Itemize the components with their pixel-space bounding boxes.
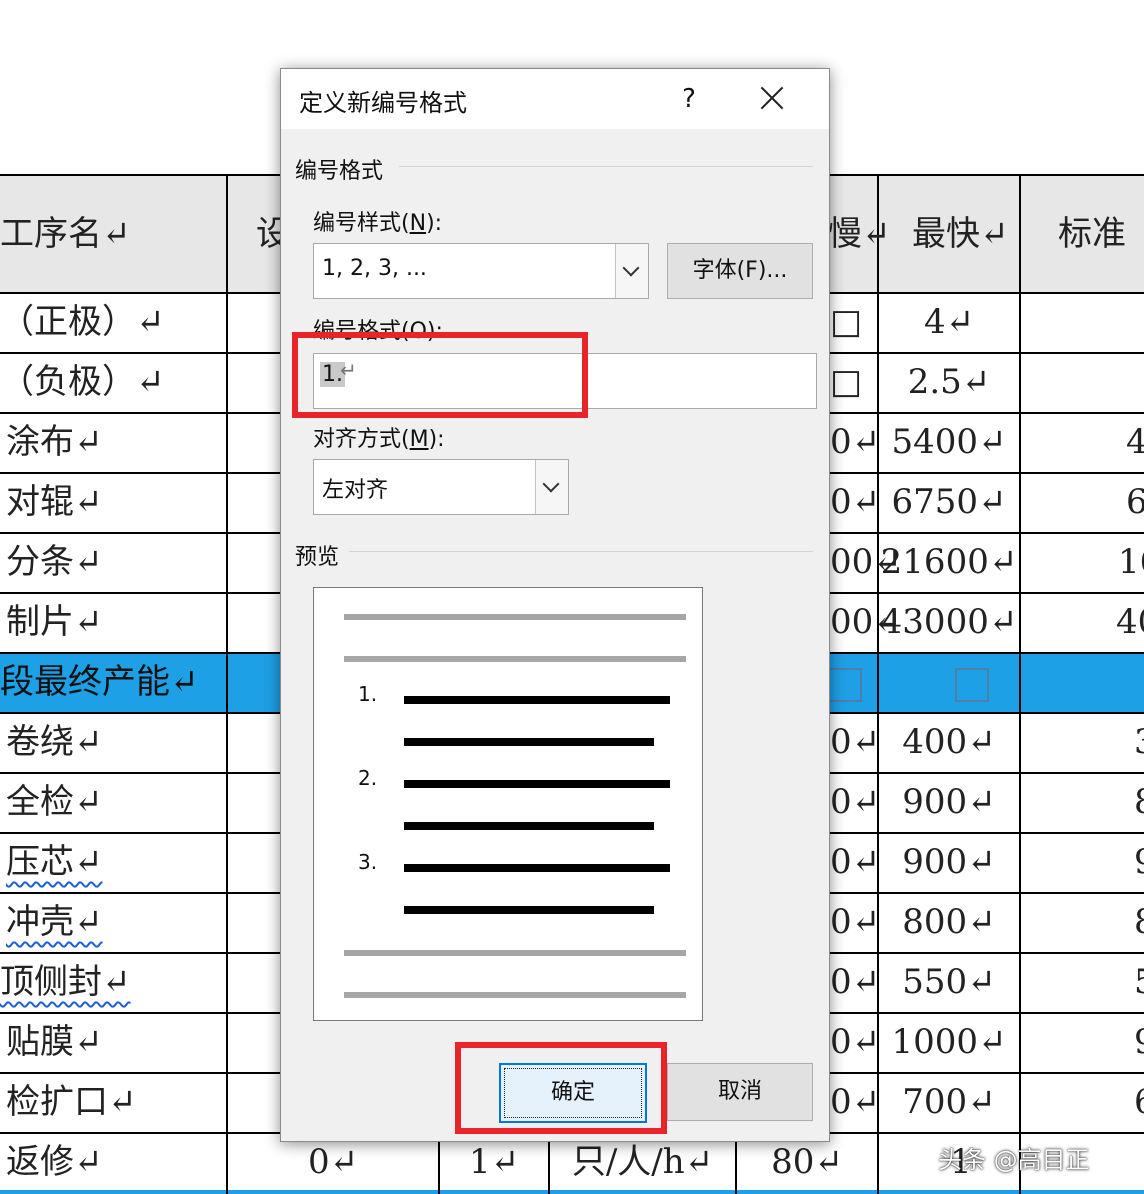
row-slowest: □ (830, 362, 863, 402)
table-col-rule (226, 174, 228, 1194)
row-fastest: 400↵ (902, 722, 996, 762)
preview-number: 3. (358, 850, 378, 874)
row-slowest: □ (830, 302, 863, 342)
header-process-name: 工序名↵ (0, 214, 131, 254)
row-fastest: 1000↵ (891, 1022, 1007, 1062)
row-standard: 6 (1134, 1072, 1144, 1132)
font-button[interactable]: 字体(F)... (667, 243, 813, 299)
row-slowest: 0↵ (830, 722, 881, 762)
chevron-down-icon (622, 259, 640, 277)
row-name: 分条↵ (6, 542, 103, 582)
row-standard: 5 (1134, 952, 1144, 1012)
row-slowest: 0↵ (830, 1082, 881, 1122)
row-standard: 8 (1134, 892, 1144, 952)
row-name: 卷绕↵ (6, 722, 103, 762)
row-standard: 8 (1134, 772, 1144, 832)
empty-cell-mark (828, 668, 862, 702)
group-divider (399, 166, 813, 167)
row-fastest: 5400↵ (891, 422, 1007, 462)
row-name: 顶侧封↵ (0, 952, 131, 1012)
preview-line (344, 614, 686, 620)
row-slowest: 0↵ (830, 422, 881, 462)
row-fastest: 900↵ (902, 842, 996, 882)
row-fastest: 550↵ (902, 962, 996, 1002)
preview-number: 1. (358, 682, 378, 706)
annotation-highlight-format (292, 332, 588, 418)
help-button[interactable]: ? (669, 79, 709, 119)
preview-line (344, 992, 686, 998)
spellcheck-text: 顶侧封↵ (0, 962, 131, 1002)
dropdown-arrow[interactable] (535, 460, 568, 514)
chevron-down-icon (542, 475, 560, 493)
row-fastest: 2.5↵ (907, 362, 991, 402)
preview-line (404, 696, 670, 704)
watermark-text: 头条 @高目正 (938, 1146, 1090, 1174)
group-preview-label: 预览 (295, 545, 340, 570)
row-fastest: 900↵ (902, 782, 996, 822)
preview-line (344, 656, 686, 662)
number-style-select[interactable]: 1, 2, 3, ... (313, 243, 649, 299)
cancel-button[interactable]: 取消 (667, 1063, 813, 1121)
spellcheck-text: 冲壳↵ (6, 902, 103, 942)
row-name: 全检↵ (6, 782, 103, 822)
row-standard: 9 (1134, 1012, 1144, 1072)
row-name-highlighted: 段最终产能↵ (0, 662, 199, 702)
preview-line (404, 906, 654, 914)
row-name: 贴膜↵ (6, 1022, 103, 1062)
row-slowest: 0↵ (830, 782, 881, 822)
dropdown-arrow[interactable] (615, 244, 648, 298)
preview-line (404, 864, 670, 872)
row-standard: 6 (1126, 482, 1144, 522)
row-slowest: 0↵ (830, 842, 881, 882)
row-name: 冲壳↵ (6, 892, 103, 952)
row-name: 压芯↵ (6, 832, 103, 892)
row-standard: 9 (1134, 832, 1144, 892)
row-name: （正极）↵ (0, 302, 165, 342)
spellcheck-text: 压芯↵ (6, 842, 103, 882)
number-style-value: 1, 2, 3, ... (322, 256, 427, 281)
row-standard: 16 (1118, 542, 1144, 582)
group-divider (349, 551, 813, 552)
row-name: 涂布↵ (6, 422, 103, 462)
row-slowest: 0↵ (830, 962, 881, 1002)
preview-line (344, 950, 686, 956)
dialog-title-bar[interactable]: 定义新编号格式 ? (281, 69, 829, 129)
close-icon[interactable] (751, 79, 795, 119)
preview-line (404, 780, 670, 788)
row-name: 返修↵ (6, 1142, 103, 1182)
group-number-format-label: 编号格式 (295, 159, 384, 184)
preview-number: 2. (358, 766, 378, 790)
row-slowest: 0↵ (830, 902, 881, 942)
alignment-label: 对齐方式(M): (313, 427, 445, 452)
row-name: 检扩口↵ (6, 1082, 137, 1122)
dialog-title: 定义新编号格式 (299, 89, 467, 117)
table-col-rule (1019, 174, 1021, 1194)
row-fastest: 21600↵ (880, 542, 1018, 582)
row-slowest: 0↵ (830, 482, 881, 522)
row-standard: 4 (1126, 422, 1144, 462)
preview-pane: 1. 2. 3. (313, 587, 703, 1021)
number-style-label: 编号样式(N): (313, 211, 443, 236)
header-slowest: 慢↵ (828, 214, 891, 254)
row-fastest: 700↵ (902, 1082, 996, 1122)
row-name: 制片↵ (6, 602, 103, 642)
header-standard: 标准 (1058, 214, 1126, 254)
annotation-highlight-ok (455, 1042, 667, 1134)
row-fastest: 6750↵ (891, 482, 1007, 522)
preview-line (404, 822, 654, 830)
empty-cell-mark (955, 668, 989, 702)
preview-line (404, 738, 654, 746)
row-standard: 40 (1116, 602, 1144, 642)
row-fastest: 43000↵ (880, 602, 1018, 642)
header-fastest: 最快↵ (912, 214, 1009, 254)
row-fastest: 800↵ (902, 902, 996, 942)
define-number-format-dialog: 定义新编号格式 ? 编号格式 编号样式(N): 1, 2, 3, ... 字体(… (280, 68, 830, 1142)
alignment-value: 左对齐 (322, 478, 389, 503)
alignment-select[interactable]: 左对齐 (313, 459, 569, 515)
row-fastest: 4↵ (923, 302, 975, 342)
row-name: 对辊↵ (6, 482, 103, 522)
row-standard: 3 (1134, 712, 1144, 772)
row-name: （负极）↵ (0, 362, 165, 402)
row-slowest: 0↵ (830, 1022, 881, 1062)
